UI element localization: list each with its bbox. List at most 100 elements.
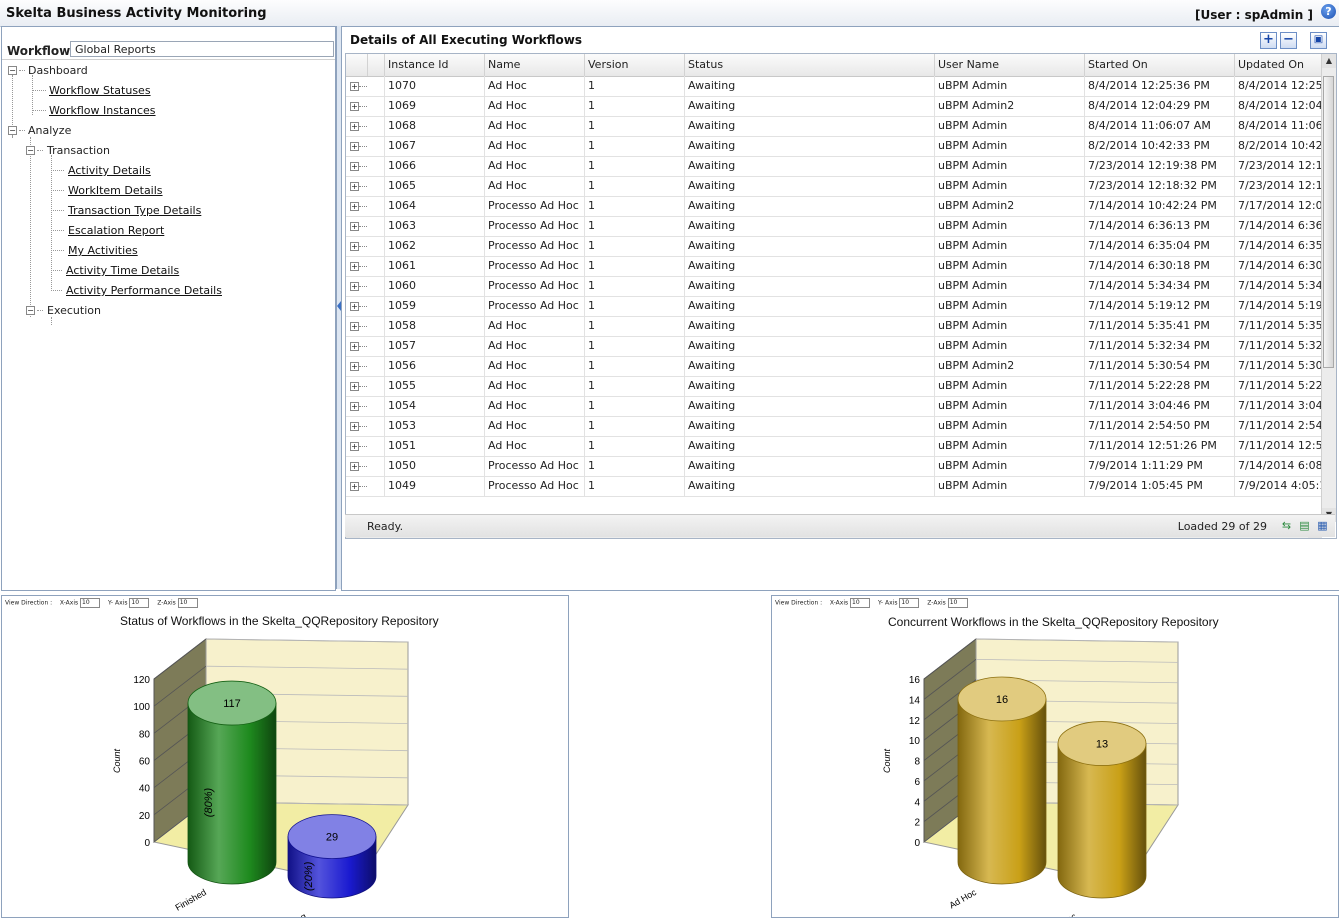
row-selector[interactable] [368, 416, 385, 436]
expand-row-icon[interactable]: + [350, 422, 359, 431]
column-header[interactable]: Version [585, 54, 685, 76]
row-selector[interactable] [368, 156, 385, 176]
collapse-icon[interactable]: − [26, 146, 35, 155]
expand-row-icon[interactable]: + [350, 182, 359, 191]
row-selector[interactable] [368, 76, 385, 96]
row-selector[interactable] [368, 376, 385, 396]
table-row[interactable]: +1069 Ad Hoc 1 Awaiting uBPM Admin2 8/4/2014 … [346, 96, 1322, 117]
table-cell: Awaiting [685, 476, 935, 496]
table-row[interactable]: +1065 Ad Hoc 1 Awaiting uBPM Admin 7/23/2014 … [346, 176, 1322, 197]
table-row[interactable]: +1062 Processo Ad Hoc 1 Awaiting uBPM Admin 7… [346, 236, 1322, 257]
table-row[interactable]: +1064 Processo Ad Hoc 1 Awaiting uBPM Admin2… [346, 196, 1322, 217]
expand-row-icon[interactable]: + [350, 222, 359, 231]
tree-workflow-statuses[interactable]: Workflow Statuses [49, 84, 151, 97]
table-row[interactable]: +1057 Ad Hoc 1 Awaiting uBPM Admin 7/11/2014 … [346, 336, 1322, 357]
tree-activity-time-details[interactable]: Activity Time Details [66, 264, 179, 277]
table-row[interactable]: +1054 Ad Hoc 1 Awaiting uBPM Admin 7/11/2014 … [346, 396, 1322, 417]
column-header[interactable]: Name [485, 54, 585, 76]
expand-row-icon[interactable]: + [350, 462, 359, 471]
workflow-dropdown[interactable]: Global Reports [70, 41, 334, 57]
table-row[interactable]: +1056 Ad Hoc 1 Awaiting uBPM Admin2 7/11/2014… [346, 356, 1322, 377]
expand-row-icon[interactable]: + [350, 102, 359, 111]
row-selector[interactable] [368, 96, 385, 116]
tree-execution[interactable]: Execution [47, 304, 101, 317]
expand-row-icon[interactable]: + [350, 402, 359, 411]
expand-row-icon[interactable]: + [350, 382, 359, 391]
table-row[interactable]: +1061 Processo Ad Hoc 1 Awaiting uBPM Admin 7… [346, 256, 1322, 277]
row-selector[interactable] [368, 436, 385, 456]
tree-activity-details[interactable]: Activity Details [68, 164, 151, 177]
settings-icon[interactable]: ▦ [1316, 519, 1329, 532]
column-header[interactable]: User Name [935, 54, 1085, 76]
tree-line [51, 210, 64, 211]
row-selector[interactable] [368, 356, 385, 376]
expand-row-icon[interactable]: + [350, 442, 359, 451]
collapse-icon[interactable]: − [26, 306, 35, 315]
expand-row-icon[interactable]: + [350, 482, 359, 491]
row-selector[interactable] [368, 176, 385, 196]
expand-row-icon[interactable]: + [350, 202, 359, 211]
row-selector[interactable] [368, 136, 385, 156]
collapse-icon[interactable]: − [8, 66, 17, 75]
expand-row-icon[interactable]: + [350, 302, 359, 311]
row-selector[interactable] [368, 236, 385, 256]
table-row[interactable]: +1053 Ad Hoc 1 Awaiting uBPM Admin 7/11/2014 … [346, 416, 1322, 437]
save-icon[interactable]: ▣ [1310, 32, 1327, 49]
table-row[interactable]: +1067 Ad Hoc 1 Awaiting uBPM Admin 8/2/2014 1… [346, 136, 1322, 157]
column-header[interactable]: Instance Id [385, 54, 485, 76]
table-row[interactable]: +1051 Ad Hoc 1 Awaiting uBPM Admin 7/11/2014 … [346, 436, 1322, 457]
refresh-icon[interactable]: ⇆ [1280, 519, 1293, 532]
tree-workflow-instances[interactable]: Workflow Instances [49, 104, 156, 117]
table-row[interactable]: +1055 Ad Hoc 1 Awaiting uBPM Admin 7/11/2014 … [346, 376, 1322, 397]
row-selector[interactable] [368, 336, 385, 356]
vertical-scrollbar[interactable]: ▲ ▼ [1321, 54, 1336, 522]
expand-row-icon[interactable]: + [350, 242, 359, 251]
expand-row-icon[interactable]: + [350, 142, 359, 151]
table-row[interactable]: +1066 Ad Hoc 1 Awaiting uBPM Admin 7/23/2014 … [346, 156, 1322, 177]
tree-activity-performance-details[interactable]: Activity Performance Details [66, 284, 222, 297]
row-selector[interactable] [368, 276, 385, 296]
table-row[interactable]: +1063 Processo Ad Hoc 1 Awaiting uBPM Admin 7… [346, 216, 1322, 237]
expand-row-icon[interactable]: + [350, 322, 359, 331]
help-icon[interactable]: ? [1321, 4, 1336, 19]
table-row[interactable]: +1049 Processo Ad Hoc 1 Awaiting uBPM Admin 7… [346, 476, 1322, 497]
expand-row-icon[interactable]: + [350, 262, 359, 271]
tree-transaction[interactable]: Transaction [47, 144, 110, 157]
table-row[interactable]: +1070 Ad Hoc 1 Awaiting uBPM Admin 8/4/2014 1… [346, 76, 1322, 97]
expand-row-icon[interactable]: + [350, 82, 359, 91]
row-selector[interactable] [368, 316, 385, 336]
tree-workitem-details[interactable]: WorkItem Details [68, 184, 163, 197]
row-selector[interactable] [368, 196, 385, 216]
plus-icon[interactable]: + [1260, 32, 1277, 49]
row-selector[interactable] [368, 216, 385, 236]
table-row[interactable]: +1050 Processo Ad Hoc 1 Awaiting uBPM Admin 7… [346, 456, 1322, 477]
table-row[interactable]: +1058 Ad Hoc 1 Awaiting uBPM Admin 7/11/2014 … [346, 316, 1322, 337]
minus-icon[interactable]: − [1280, 32, 1297, 49]
scroll-thumb[interactable] [1323, 76, 1334, 368]
column-header[interactable]: Status [685, 54, 935, 76]
table-row[interactable]: +1060 Processo Ad Hoc 1 Awaiting uBPM Admin 7… [346, 276, 1322, 297]
tree-my-activities[interactable]: My Activities [68, 244, 138, 257]
table-row[interactable]: +1059 Processo Ad Hoc 1 Awaiting uBPM Admin 7… [346, 296, 1322, 317]
tree-transaction-type-details[interactable]: Transaction Type Details [68, 204, 201, 217]
scroll-up-icon[interactable]: ▲ [1322, 54, 1336, 68]
row-selector[interactable] [368, 256, 385, 276]
row-selector[interactable] [368, 296, 385, 316]
export-icon[interactable]: ▤ [1298, 519, 1311, 532]
table-row[interactable]: +1068 Ad Hoc 1 Awaiting uBPM Admin 8/4/2014 1… [346, 116, 1322, 137]
expand-row-icon[interactable]: + [350, 342, 359, 351]
tree-escalation-report[interactable]: Escalation Report [68, 224, 164, 237]
expand-row-icon[interactable]: + [350, 122, 359, 131]
row-selector[interactable] [368, 456, 385, 476]
collapse-icon[interactable]: − [8, 126, 17, 135]
tree-dashboard[interactable]: Dashboard [28, 64, 88, 77]
expand-row-icon[interactable]: + [350, 362, 359, 371]
column-header[interactable]: Updated On [1235, 54, 1322, 76]
expand-row-icon[interactable]: + [350, 162, 359, 171]
column-header[interactable]: Started On [1085, 54, 1235, 76]
expand-row-icon[interactable]: + [350, 282, 359, 291]
tree-analyze[interactable]: Analyze [28, 124, 71, 137]
row-selector[interactable] [368, 396, 385, 416]
row-selector[interactable] [368, 476, 385, 496]
row-selector[interactable] [368, 116, 385, 136]
